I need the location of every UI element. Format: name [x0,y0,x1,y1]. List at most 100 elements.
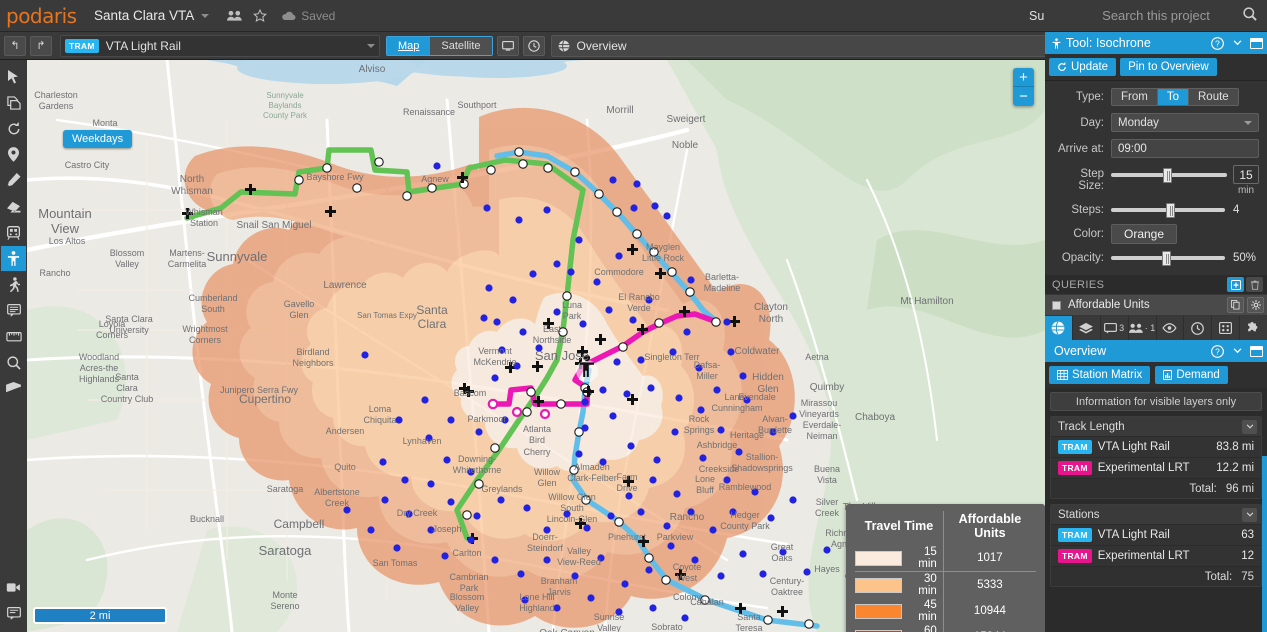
monitor-icon[interactable] [496,35,519,56]
comment-tool[interactable] [1,298,26,323]
track-length-header[interactable]: Track Length [1051,417,1261,436]
panel-tabstrip[interactable]: 3 · 1 [1045,316,1267,340]
video-tool[interactable] [1,575,26,600]
save-status: Saved [281,9,335,23]
query-row[interactable]: Affordable Units [1045,294,1267,316]
map-place-label: Downing-Whitethorne [453,454,502,475]
map-place-label: Agnew [421,174,449,184]
accessibility-icon [1052,37,1061,49]
delete-icon[interactable] [1246,277,1263,292]
transit-tool[interactable] [1,220,26,245]
step-size-value[interactable]: 15 [1233,165,1259,184]
active-route-field[interactable]: TRAM VTA Light Rail [60,34,380,57]
step-size-label: Step Size: [1078,168,1104,192]
duplicate-icon[interactable] [1227,297,1244,313]
window-icon[interactable] [1250,37,1263,49]
help-icon[interactable]: ? [1210,344,1225,359]
steps-slider[interactable] [1111,202,1225,218]
comments-tab[interactable]: 3 [1101,316,1129,340]
slider-knob[interactable] [1162,250,1172,266]
step-size-slider[interactable] [1111,167,1227,183]
slider-knob[interactable] [1163,167,1173,183]
project-search[interactable]: Search this project [1045,0,1267,32]
slider-knob[interactable] [1165,202,1175,218]
map-place-label: Commodore [594,267,644,277]
clock-icon[interactable] [522,35,545,56]
basemap-map-button[interactable]: Map [387,36,431,55]
map-place-label: Noble [672,140,699,151]
project-name[interactable]: Santa Clara VTA [94,8,194,23]
redo-button[interactable]: ↱ [30,35,52,56]
chevron-down-icon[interactable] [1230,344,1245,359]
map-canvas[interactable]: Alviso Sunnyvale Baylands County Park Morril… [27,60,1045,632]
visibility-tab[interactable] [1157,316,1185,340]
project-chevron-down-icon[interactable] [201,13,210,18]
type-option-to[interactable]: To [1157,89,1189,105]
map-place-label: Singleton Terr [644,352,699,362]
walk-tool[interactable] [1,272,26,297]
query-checkbox[interactable] [1052,300,1061,310]
station-matrix-button[interactable]: Station Matrix [1049,366,1151,384]
layers-tool[interactable] [1,376,26,401]
draw-tool[interactable] [1,168,26,193]
help-icon[interactable]: ? [1210,36,1225,51]
update-button[interactable]: Update [1049,58,1117,76]
map-place-label: Mt Hamilton [900,296,953,307]
collaborators-tab[interactable]: · 1 [1128,316,1157,340]
table-row[interactable]: TRAM VTA Light Rail 63 [1051,524,1261,545]
grid-tab[interactable] [1212,316,1241,340]
map-place-label: Sunnyvale Baylands County Park [263,91,308,120]
history-tab[interactable] [1184,316,1213,340]
search-tool[interactable] [1,350,26,375]
zoom-in-button[interactable]: + [1013,68,1034,87]
chevron-down-icon[interactable] [1242,507,1257,522]
measure-tool[interactable] [1,324,26,349]
zoom-out-button[interactable]: − [1013,87,1034,106]
app-logo[interactable]: podaris [6,4,88,28]
search-icon[interactable] [1243,7,1257,24]
table-row[interactable]: TRAM Experimental LRT 12 [1051,545,1261,566]
erase-tool[interactable] [1,194,26,219]
basemap-toggle[interactable]: Map Satellite [386,35,493,56]
weekdays-chip[interactable]: Weekdays [63,130,133,148]
demand-button[interactable]: Demand [1155,366,1228,384]
arrive-time-input[interactable]: 09:00 [1111,139,1259,158]
visible-layers-note: Information for visible layers only [1050,392,1262,411]
map-place-label: Quito [334,462,356,472]
select-tool[interactable] [1,64,26,89]
window-icon[interactable] [1250,345,1263,357]
basemap-satellite-button[interactable]: Satellite [430,36,492,55]
legend-swatch [855,577,902,593]
undo-button[interactable]: ↰ [4,35,26,56]
type-option-route[interactable]: Route [1189,89,1238,105]
opacity-slider[interactable] [1111,250,1225,266]
chat-tool[interactable] [1,601,26,626]
route-chevron-down-icon[interactable] [367,43,375,48]
add-query-icon[interactable] [1227,277,1244,292]
layers-tab[interactable] [1073,316,1101,340]
table-row[interactable]: TRAM Experimental LRT 12.2 mi [1051,457,1261,478]
pin-to-overview-button[interactable]: Pin to Overview [1120,58,1217,76]
table-row[interactable]: TRAM VTA Light Rail 83.8 mi [1051,436,1261,457]
type-toggle-group[interactable]: From To Route [1111,88,1239,106]
isochrone-tool[interactable] [1,246,26,271]
stations-header[interactable]: Stations [1051,505,1261,524]
type-option-from[interactable]: From [1112,89,1158,105]
map-zoom-controls[interactable]: + − [1013,68,1034,106]
day-select[interactable]: Monday [1111,113,1259,132]
star-icon[interactable] [247,3,273,29]
plugins-tab[interactable] [1240,316,1267,340]
pin-tool[interactable] [1,142,26,167]
globe-tab[interactable] [1045,316,1073,340]
color-button[interactable]: Orange [1111,224,1178,244]
demand-icon [1163,370,1173,380]
chevron-down-icon[interactable] [1242,419,1257,434]
overview-selector[interactable]: Overview [550,34,1091,57]
people-icon[interactable] [221,3,247,29]
chevron-down-icon[interactable] [1230,36,1245,51]
panel-scrollbar[interactable] [1262,456,1267,632]
layers-icon [1079,322,1094,334]
rotate-tool[interactable] [1,116,26,141]
copy-tool[interactable] [1,90,26,115]
gear-icon[interactable] [1247,297,1264,313]
